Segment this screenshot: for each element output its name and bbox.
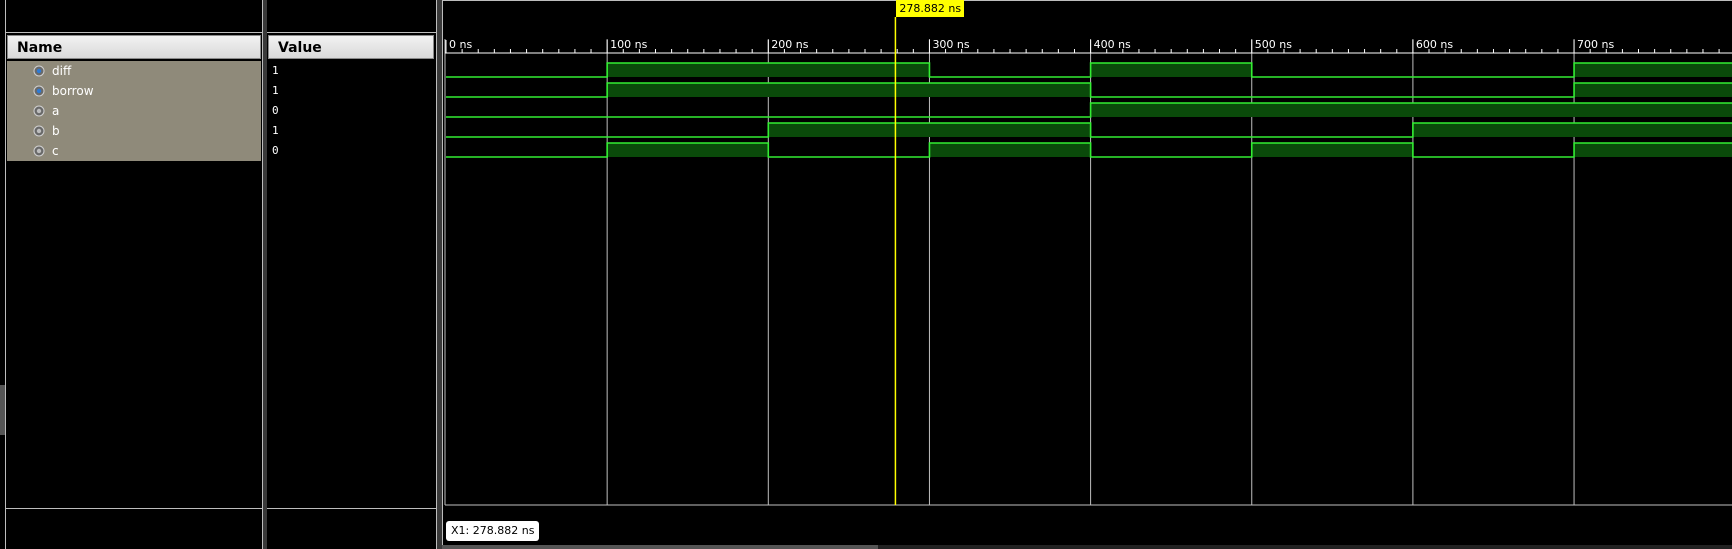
ruler-tick-label: 500 ns xyxy=(1255,38,1292,51)
wave-high-fill-c xyxy=(929,143,1091,157)
wave-high-fill-a xyxy=(1090,103,1732,117)
waveform-canvas[interactable]: 0 ns 100 ns 200 ns 300 ns 400 ns 500 ns 600 ns… xyxy=(0,0,1732,549)
wave-high-fill-borrow xyxy=(1574,83,1732,97)
wave-high-fill-diff xyxy=(1574,63,1732,77)
wave-high-fill-diff xyxy=(607,63,930,77)
wave-high-fill-borrow xyxy=(607,83,1091,97)
ruler-tick-label: 700 ns xyxy=(1577,38,1614,51)
ruler-tick-label: 400 ns xyxy=(1094,38,1131,51)
ruler-tick-label: 100 ns xyxy=(610,38,647,51)
wave-high-fill-b xyxy=(768,123,1091,137)
ruler-tick-label: 200 ns xyxy=(771,38,808,51)
cursor-time-label[interactable]: 278.882 ns xyxy=(896,0,965,17)
wave-high-fill-c xyxy=(1574,143,1732,157)
ruler-tick-label: 300 ns xyxy=(932,38,969,51)
wave-high-fill-b xyxy=(1412,123,1732,137)
wave-high-fill-c xyxy=(607,143,769,157)
wave-high-fill-c xyxy=(1251,143,1413,157)
cursor-readout: X1: 278.882 ns xyxy=(446,521,540,541)
ruler-tick-label: 0 ns xyxy=(449,38,472,51)
ruler-tick-label: 600 ns xyxy=(1416,38,1453,51)
wave-high-fill-diff xyxy=(1090,63,1252,77)
